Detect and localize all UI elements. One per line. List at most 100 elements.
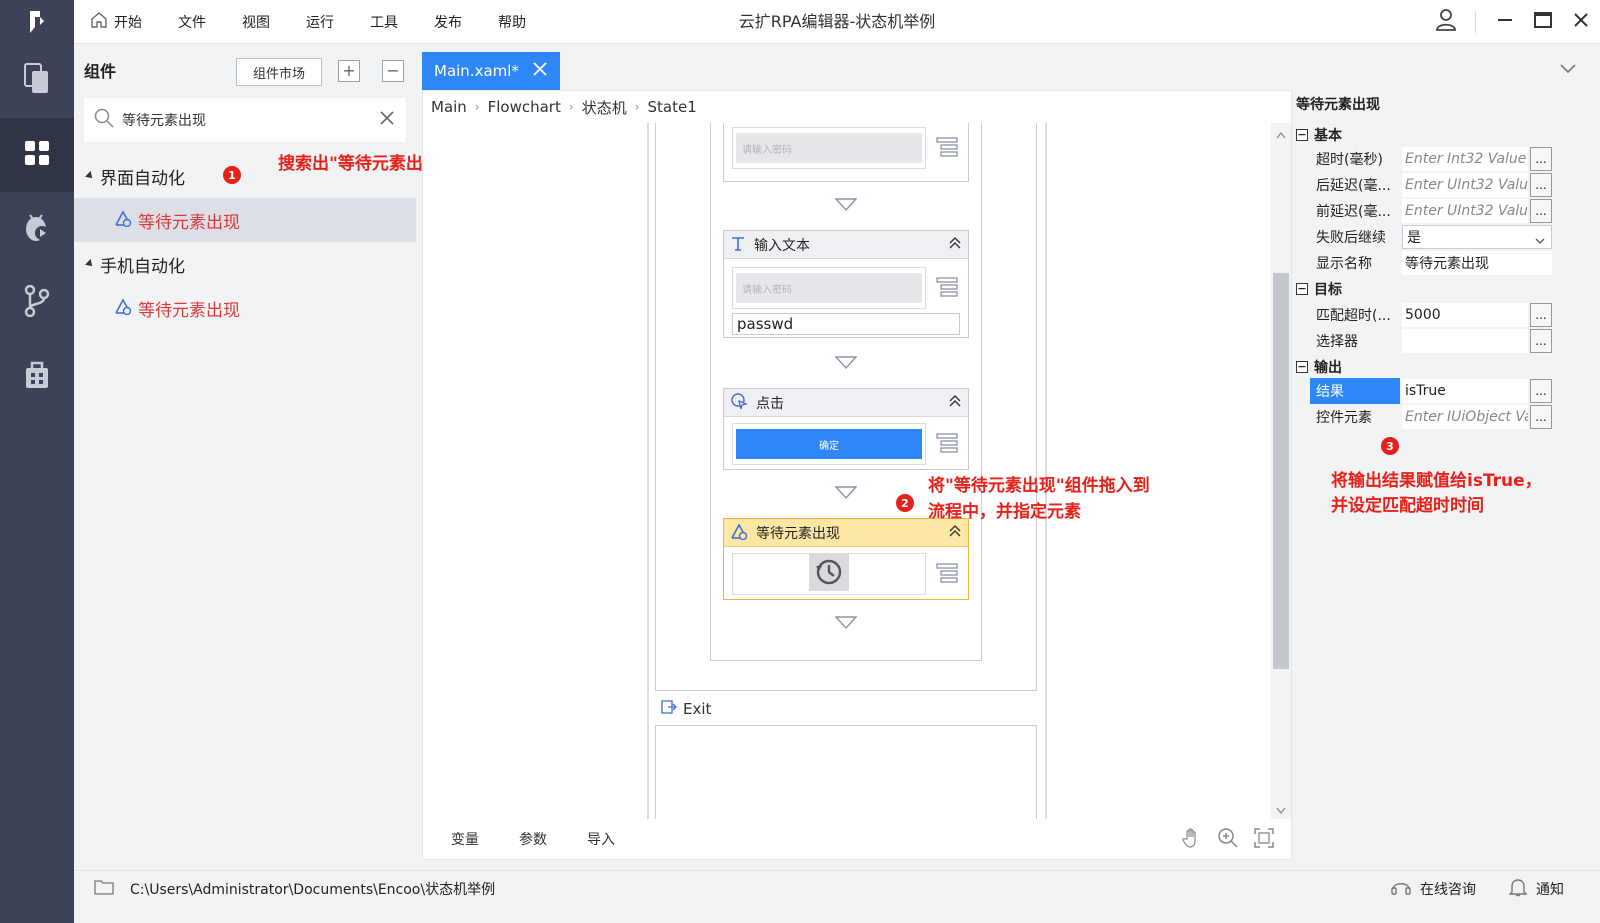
menu-run[interactable]: 运行 <box>306 12 334 32</box>
menu-tools[interactable]: 工具 <box>370 12 398 32</box>
menu-home[interactable]: 开始 <box>90 11 142 33</box>
properties-list-icon[interactable] <box>936 277 958 301</box>
collapse-activity-icon[interactable] <box>948 524 962 541</box>
arguments-tab[interactable]: 参数 <box>519 829 547 849</box>
prop-expression-button[interactable]: ... <box>1530 199 1552 223</box>
group-collapse-icon[interactable]: − <box>1296 283 1308 295</box>
prop-expression-button[interactable]: ... <box>1530 303 1552 327</box>
maximize-button[interactable] <box>1524 0 1562 44</box>
group-collapse-icon[interactable]: − <box>1296 129 1308 141</box>
canvas-vertical-scrollbar[interactable] <box>1271 123 1291 819</box>
minimize-button[interactable] <box>1486 0 1524 44</box>
rail-package-button[interactable] <box>0 340 74 414</box>
zoom-in-icon[interactable] <box>1217 827 1239 853</box>
expand-all-button[interactable]: + <box>338 60 360 82</box>
prop-expression-button[interactable]: ... <box>1530 329 1552 353</box>
breadcrumb-item[interactable]: Flowchart <box>488 98 561 116</box>
input-text-value-field[interactable]: passwd <box>732 313 960 335</box>
prop-value-input[interactable]: 等待元素出现 <box>1402 251 1552 275</box>
prop-value-input[interactable]: 5000 <box>1402 303 1528 327</box>
collapse-all-button[interactable]: − <box>382 60 404 82</box>
properties-list-icon[interactable] <box>936 563 958 587</box>
fit-to-screen-icon[interactable] <box>1253 827 1275 853</box>
prop-value-input[interactable]: Enter UInt32 Valu <box>1402 199 1528 223</box>
search-icon <box>94 108 114 132</box>
tree-item-wait-element[interactable]: 等待元素出现 <box>74 198 416 242</box>
rail-files-button[interactable] <box>0 44 74 118</box>
activity-click[interactable]: 点击 确定 <box>723 388 969 470</box>
menu-publish-label: 发布 <box>434 15 462 31</box>
online-consult-button[interactable]: 在线咨询 <box>1390 877 1476 901</box>
activity-wait-element-appear[interactable]: 等待元素出现 <box>723 518 969 600</box>
prop-row-match-timeout: 匹配超时(... 5000 ... <box>1310 302 1552 328</box>
scroll-up-icon[interactable] <box>1276 127 1286 143</box>
group-target[interactable]: − 目标 <box>1296 276 1342 302</box>
menu-publish[interactable]: 发布 <box>434 12 462 32</box>
activity-input-password[interactable]: 请输入密码 <box>723 123 969 182</box>
close-tab-icon[interactable] <box>532 61 548 81</box>
expand-triangle-icon <box>85 259 95 269</box>
menu-run-label: 运行 <box>306 15 334 31</box>
expand-triangle-icon <box>85 171 95 181</box>
rail-components-button[interactable] <box>0 118 74 192</box>
prop-select-continue-on-error[interactable]: 是 <box>1402 225 1552 249</box>
wait-element-icon <box>114 297 132 320</box>
variables-tab[interactable]: 变量 <box>451 829 479 849</box>
online-consult-label: 在线咨询 <box>1420 882 1476 898</box>
notifications-label: 通知 <box>1536 882 1564 898</box>
close-button[interactable] <box>1562 0 1600 44</box>
annotation-badge-2: 2 <box>896 494 914 512</box>
tree-item-label: 等待元素出现 <box>138 212 240 233</box>
project-path[interactable]: C:\Users\Administrator\Documents\Encoo\状… <box>94 871 495 907</box>
imports-tab[interactable]: 导入 <box>587 829 615 849</box>
prop-value-input[interactable]: Enter Int32 Value <box>1402 147 1528 171</box>
rail-branch-button[interactable] <box>0 266 74 340</box>
scrollbar-thumb[interactable] <box>1273 273 1289 669</box>
exit-section-header[interactable]: Exit <box>661 699 711 719</box>
scroll-down-icon[interactable] <box>1276 803 1286 819</box>
breadcrumb-item[interactable]: State1 <box>648 98 697 116</box>
tree-category-mobile-automation[interactable]: 手机自动化 <box>74 242 416 286</box>
prop-value-input[interactable]: Enter IUiObject Va <box>1402 405 1528 429</box>
menu-view[interactable]: 视图 <box>242 12 270 32</box>
prop-expression-button[interactable]: ... <box>1530 379 1552 403</box>
menu-tools-label: 工具 <box>370 15 398 31</box>
notifications-button[interactable]: 通知 <box>1508 877 1564 901</box>
component-search[interactable]: 等待元素出现 <box>84 98 406 142</box>
clear-search-icon[interactable] <box>380 111 394 129</box>
group-basic[interactable]: − 基本 <box>1296 122 1342 148</box>
group-output[interactable]: − 输出 <box>1296 354 1342 380</box>
canvas-guide-left <box>647 123 649 819</box>
user-button[interactable] <box>1427 0 1465 44</box>
hand-pan-icon[interactable] <box>1181 827 1203 853</box>
component-market-button[interactable]: 组件市场 <box>236 58 322 86</box>
exit-container <box>655 725 1037 819</box>
collapse-activity-icon[interactable] <box>948 236 962 253</box>
tab-main-xaml[interactable]: Main.xaml* <box>422 52 560 90</box>
breadcrumb-item[interactable]: Main <box>431 98 467 116</box>
element-screenshot: 确定 <box>732 423 926 465</box>
group-label: 目标 <box>1314 282 1342 298</box>
status-bar: C:\Users\Administrator\Documents\Encoo\状… <box>74 870 1600 923</box>
menu-file[interactable]: 文件 <box>178 12 206 32</box>
properties-list-icon[interactable] <box>936 137 958 161</box>
prop-expression-button[interactable]: ... <box>1530 405 1552 429</box>
rail-debug-button[interactable] <box>0 192 74 266</box>
properties-list-icon[interactable] <box>936 433 958 457</box>
menu-help[interactable]: 帮助 <box>498 12 526 32</box>
breadcrumb-item[interactable]: 状态机 <box>582 97 627 118</box>
prop-expression-button[interactable]: ... <box>1530 147 1552 171</box>
prop-value-input[interactable]: Enter UInt32 Valu <box>1402 173 1528 197</box>
activity-input-text[interactable]: 输入文本 请输入密码 passwd <box>723 230 969 338</box>
tree-item-wait-element-mobile[interactable]: 等待元素出现 <box>74 286 416 330</box>
search-input[interactable]: 等待元素出现 <box>122 110 380 130</box>
collapse-activity-icon[interactable] <box>948 394 962 411</box>
group-collapse-icon[interactable]: − <box>1296 361 1308 373</box>
breadcrumb-separator-icon: › <box>634 100 640 114</box>
prop-expression-button[interactable]: ... <box>1530 173 1552 197</box>
headset-icon <box>1390 877 1412 901</box>
tabs-dropdown-icon[interactable] <box>1560 62 1576 78</box>
prop-value-input[interactable]: isTrue <box>1402 379 1528 403</box>
prop-value-input[interactable] <box>1402 329 1528 353</box>
menu-help-label: 帮助 <box>498 15 526 31</box>
